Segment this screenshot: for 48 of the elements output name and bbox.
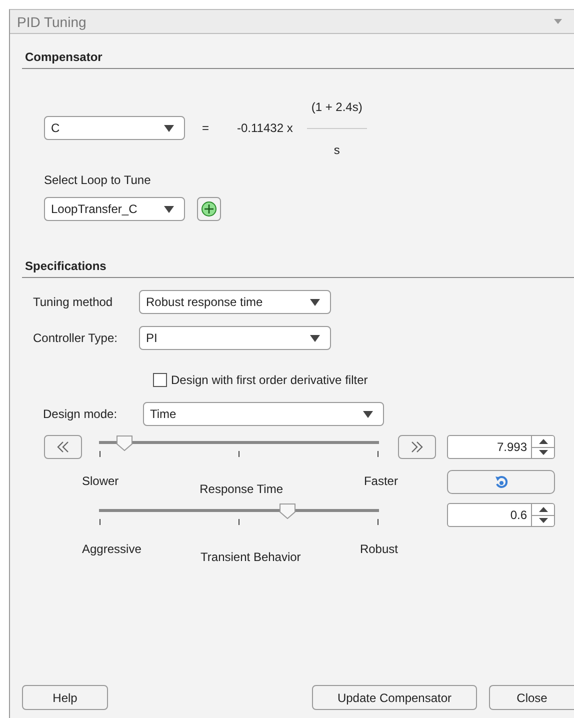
reset-button[interactable] bbox=[447, 470, 555, 494]
reset-icon bbox=[494, 475, 508, 489]
checkbox-label: Design with first order derivative filter bbox=[171, 373, 368, 387]
equals-sign: = bbox=[202, 121, 210, 135]
slider-end-label: Slower bbox=[82, 474, 119, 488]
spin-up-icon[interactable] bbox=[532, 436, 554, 446]
field-label: Design mode: bbox=[43, 407, 118, 421]
caret-icon bbox=[164, 124, 174, 132]
window-title: PID Tuning bbox=[17, 14, 86, 30]
add-loop-button[interactable] bbox=[197, 197, 221, 221]
dropdown[interactable]: PI bbox=[139, 326, 331, 350]
caret-icon bbox=[164, 206, 174, 212]
slider-thumb[interactable] bbox=[116, 435, 134, 451]
numerator: (1 + 2.4s) bbox=[311, 100, 362, 114]
caret-icon bbox=[310, 298, 320, 306]
value-field[interactable]: 0.6 bbox=[447, 503, 532, 527]
slower-button[interactable] bbox=[44, 435, 82, 459]
section-heading: Specifications bbox=[24, 259, 108, 275]
update-button[interactable]: Update Compensator bbox=[312, 685, 477, 710]
checkbox[interactable] bbox=[153, 373, 167, 387]
loop-dropdown[interactable]: LoopTransfer_C bbox=[44, 197, 185, 221]
slider-thumb[interactable] bbox=[278, 503, 296, 519]
close-button[interactable]: Close bbox=[489, 685, 574, 710]
double-chevron-left-icon bbox=[56, 441, 70, 453]
faster-button[interactable] bbox=[398, 435, 436, 459]
slider-title: Transient Behavior bbox=[200, 550, 301, 564]
spin-down-icon[interactable] bbox=[532, 446, 554, 458]
slider-title: Response Time bbox=[200, 482, 284, 496]
slider-end-label: Aggressive bbox=[82, 542, 142, 556]
spin-up-icon[interactable] bbox=[532, 504, 554, 514]
value-field[interactable]: 7.993 bbox=[447, 435, 532, 459]
caret-icon bbox=[310, 334, 320, 342]
field-label: Tuning method bbox=[33, 295, 114, 309]
slider-end-label: Robust bbox=[360, 542, 398, 556]
caret-icon bbox=[363, 410, 373, 418]
denominator: s bbox=[334, 142, 340, 156]
slider-end-label: Faster bbox=[364, 474, 398, 488]
block-dropdown[interactable]: C bbox=[44, 116, 185, 140]
dropdown[interactable]: Time bbox=[143, 402, 384, 426]
spin-down-icon[interactable] bbox=[532, 514, 554, 526]
help-button[interactable]: Help bbox=[22, 685, 108, 710]
loop-label: Select Loop to Tune bbox=[44, 173, 152, 187]
section-heading: Compensator bbox=[24, 50, 104, 66]
field-label: Controller Type: bbox=[33, 331, 118, 345]
dropdown[interactable]: Robust response time bbox=[139, 290, 331, 314]
gain-value: -0.11432 x bbox=[237, 121, 293, 135]
plus-icon bbox=[201, 201, 217, 217]
double-chevron-right-icon bbox=[410, 441, 424, 453]
